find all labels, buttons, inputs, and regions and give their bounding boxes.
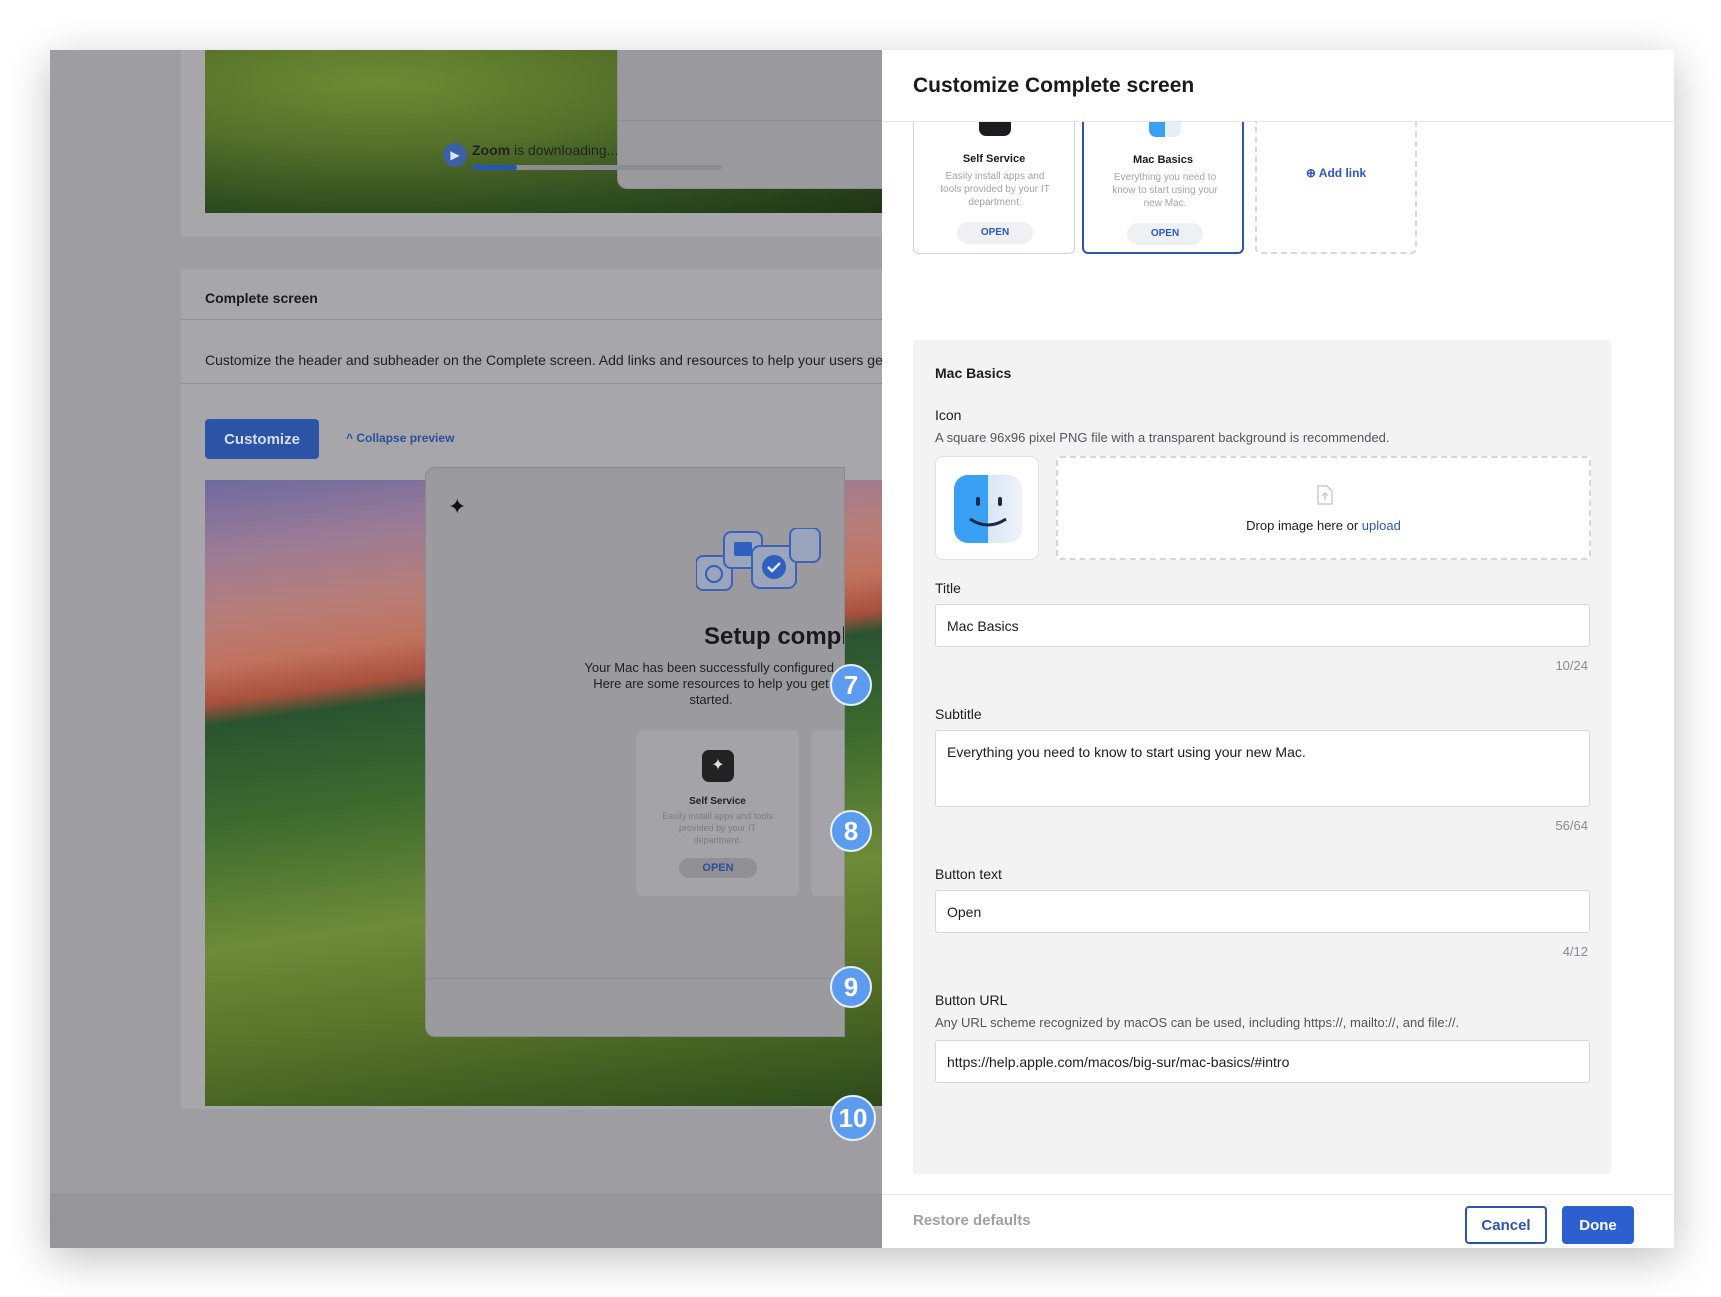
preview-tile-description: Easily install apps and tools provided b… (662, 811, 773, 845)
button-text-char-count: 4/12 (1562, 944, 1588, 959)
file-upload-icon (1317, 485, 1333, 505)
title-input[interactable] (935, 604, 1590, 647)
add-link-card[interactable]: ⊕ Add link (1255, 122, 1417, 254)
bottom-bar (50, 1194, 882, 1248)
self-service-icon: ✦ (702, 750, 734, 782)
customize-panel: Customize Complete screen Self Service E… (882, 50, 1674, 1248)
detail-heading: Mac Basics (935, 365, 1012, 381)
finder-icon (954, 475, 1022, 543)
link-card-description: Everything you need to know to start usi… (1112, 172, 1218, 209)
link-card-mac-basics[interactable]: Mac Basics Everything you need to know t… (1082, 122, 1244, 254)
link-card-open-button[interactable]: OPEN (957, 222, 1033, 244)
zoom-icon: ▶ (443, 143, 467, 167)
collapse-preview-link[interactable]: ^ Collapse preview (346, 431, 454, 445)
restore-defaults-button[interactable]: Restore defaults (913, 1212, 1031, 1229)
divider (426, 978, 844, 979)
link-card-title: Self Service (962, 153, 1026, 165)
preview-link-tile: ✦ Self Service Easily install apps and t… (636, 730, 799, 896)
panel-title: Customize Complete screen (913, 74, 1195, 97)
title-char-count: 10/24 (1555, 658, 1588, 673)
chevron-up-icon: ^ (346, 431, 354, 445)
download-status-text: is downloading... (510, 142, 619, 158)
background-page: ▶ Zoom is downloading... Complete screen… (50, 50, 882, 1248)
button-url-label: Button URL (935, 992, 1008, 1008)
complete-screen-description: Customize the header and subheader on th… (205, 352, 882, 368)
button-url-hint: Any URL scheme recognized by macOS can b… (935, 1015, 1460, 1030)
self-service-icon (979, 122, 1011, 136)
divider (181, 319, 882, 320)
finder-face-icon (969, 497, 1007, 527)
finder-icon (1149, 122, 1181, 137)
download-app-name: Zoom (472, 142, 511, 158)
setup-complete-window: ✦ Setup complete Your Mac has been succe… (425, 467, 845, 1037)
download-progress-bar (472, 165, 722, 170)
subtitle-label: Subtitle (935, 706, 982, 722)
button-text-label: Button text (935, 866, 1002, 882)
preview-tile-title: Self Service (689, 796, 746, 807)
panel-header: Customize Complete screen (882, 50, 1674, 122)
bee-logo-icon: ✦ (448, 494, 467, 519)
customize-button[interactable]: Customize (205, 419, 319, 459)
image-drop-zone[interactable]: Drop image here or upload (1056, 456, 1591, 560)
step-marker-7: 7 (830, 664, 872, 706)
panel-footer: Restore defaults Cancel Done (882, 1194, 1674, 1248)
preview-tile-button: OPEN (679, 858, 757, 878)
cancel-button[interactable]: Cancel (1465, 1206, 1547, 1244)
divider (181, 383, 882, 384)
link-detail-editor: Mac Basics Icon A square 96x96 pixel PNG… (913, 340, 1611, 1174)
setup-body-text: Your Mac has been successfully configure… (584, 660, 838, 707)
plus-circle-icon: ⊕ (1305, 166, 1316, 180)
app-window: ▶ Zoom is downloading... Complete screen… (50, 50, 1674, 1248)
link-card-self-service[interactable]: Self Service Easily install apps and too… (913, 122, 1075, 254)
icon-preview[interactable] (935, 456, 1039, 560)
panel-content: Self Service Easily install apps and too… (882, 122, 1674, 1194)
drop-zone-label: Drop image here or (1246, 518, 1362, 533)
subtitle-textarea[interactable]: Everything you need to know to start usi… (935, 730, 1590, 807)
wallpaper-preview-top (205, 50, 882, 213)
title-label: Title (935, 580, 961, 596)
button-url-input[interactable] (935, 1040, 1590, 1083)
step-marker-10: 10 (830, 1095, 876, 1141)
add-link-label: Add link (1318, 166, 1367, 180)
link-card-title: Mac Basics (1133, 154, 1193, 166)
icon-label: Icon (935, 407, 962, 423)
download-status: Zoom is downloading... (472, 142, 618, 158)
setup-illustration-icon (696, 528, 821, 591)
link-card-description: Easily install apps and tools provided b… (940, 171, 1050, 208)
drop-zone-text: Drop image here or upload (1058, 518, 1589, 533)
collapse-preview-label: Collapse preview (356, 431, 455, 445)
step-marker-9: 9 (830, 966, 872, 1008)
download-divider (618, 120, 882, 121)
step-marker-8: 8 (830, 810, 872, 852)
download-progress-fill (472, 165, 517, 170)
setup-heading: Setup complete (704, 623, 844, 650)
done-button[interactable]: Done (1562, 1206, 1634, 1244)
complete-screen-title: Complete screen (205, 290, 318, 306)
add-link-button[interactable]: ⊕ Add link (1257, 166, 1415, 180)
link-card-open-button[interactable]: OPEN (1127, 223, 1203, 245)
upload-link[interactable]: upload (1362, 518, 1401, 533)
button-text-input[interactable] (935, 890, 1590, 933)
icon-hint: A square 96x96 pixel PNG file with a tra… (935, 430, 1390, 445)
subtitle-char-count: 56/64 (1555, 818, 1588, 833)
